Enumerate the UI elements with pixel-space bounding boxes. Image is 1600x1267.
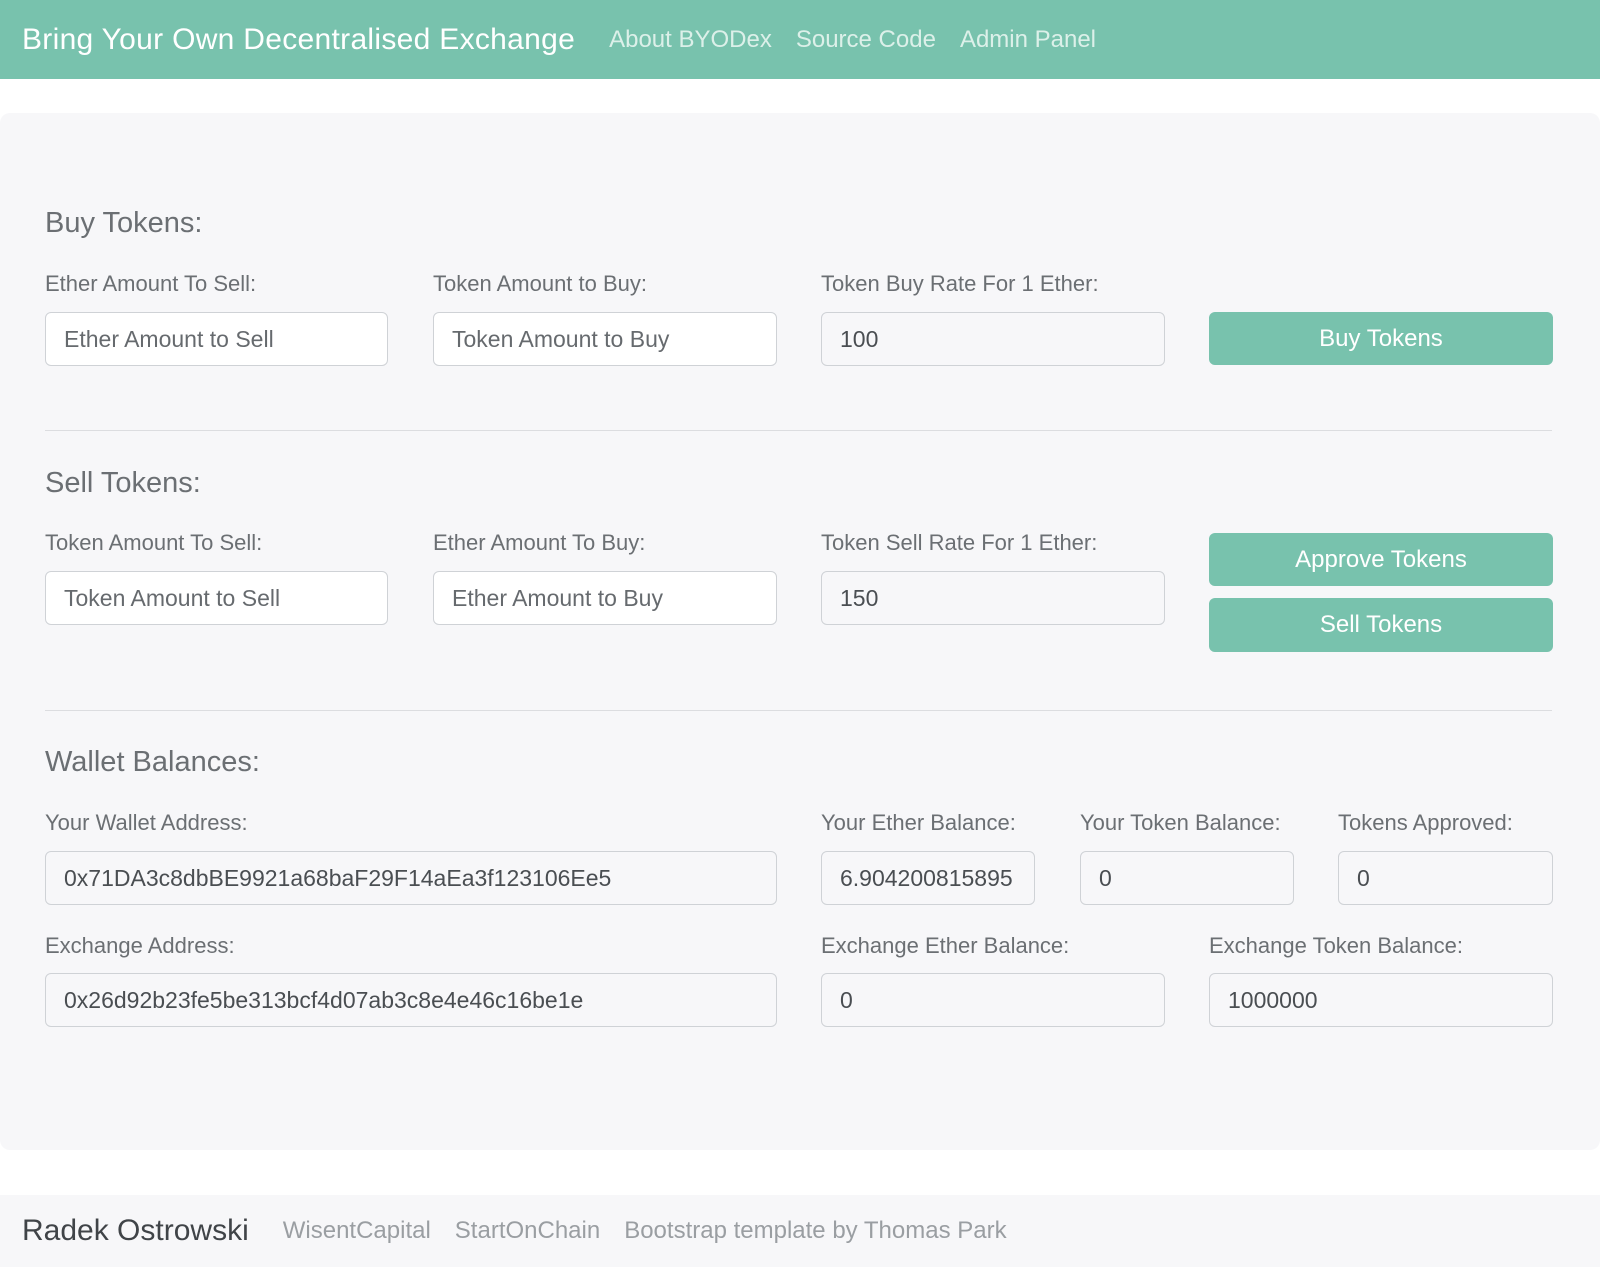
wallet-address-field[interactable] [45, 851, 777, 905]
token-buy-rate-label: Token Buy Rate For 1 Ether: [821, 271, 1099, 296]
token-balance-label: Your Token Balance: [1080, 810, 1281, 835]
section-divider [45, 710, 1552, 711]
main-panel: Buy Tokens: Ether Amount To Sell: Token … [0, 113, 1600, 1150]
token-amount-to-sell-label: Token Amount To Sell: [45, 530, 263, 555]
buy-tokens-heading: Buy Tokens: [45, 207, 203, 239]
sell-tokens-button[interactable]: Sell Tokens [1209, 598, 1553, 652]
tokens-approved-label: Tokens Approved: [1338, 810, 1513, 835]
exchange-token-balance-label: Exchange Token Balance: [1209, 933, 1463, 958]
ether-balance-field[interactable] [821, 851, 1035, 905]
ether-amount-to-buy-label: Ether Amount To Buy: [433, 530, 646, 555]
ether-amount-to-buy-input[interactable] [433, 571, 777, 625]
section-divider [45, 430, 1552, 431]
footer-link-wisentcapital[interactable]: WisentCapital [283, 1217, 431, 1245]
nav-link-source-code[interactable]: Source Code [796, 26, 936, 54]
exchange-ether-balance-field[interactable] [821, 973, 1165, 1027]
sell-tokens-heading: Sell Tokens: [45, 467, 201, 499]
footer-brand[interactable]: Radek Ostrowski [22, 1214, 249, 1248]
top-navbar: Bring Your Own Decentralised Exchange Ab… [0, 0, 1600, 79]
approve-tokens-button[interactable]: Approve Tokens [1209, 533, 1553, 586]
navbar-brand[interactable]: Bring Your Own Decentralised Exchange [22, 23, 575, 57]
token-sell-rate-label: Token Sell Rate For 1 Ether: [821, 530, 1098, 555]
footer-link-bootstrap-template[interactable]: Bootstrap template by Thomas Park [624, 1217, 1006, 1245]
exchange-address-label: Exchange Address: [45, 933, 235, 958]
nav-link-about[interactable]: About BYODex [609, 26, 772, 54]
token-sell-rate-field[interactable] [821, 571, 1165, 625]
token-balance-field[interactable] [1080, 851, 1294, 905]
exchange-token-balance-field[interactable] [1209, 973, 1553, 1027]
nav-link-admin-panel[interactable]: Admin Panel [960, 26, 1096, 54]
exchange-address-field[interactable] [45, 973, 777, 1027]
token-buy-rate-field[interactable] [821, 312, 1165, 366]
exchange-ether-balance-label: Exchange Ether Balance: [821, 933, 1070, 958]
footer-link-startonchain[interactable]: StartOnChain [455, 1217, 600, 1245]
buy-tokens-button[interactable]: Buy Tokens [1209, 312, 1553, 365]
wallet-balances-heading: Wallet Balances: [45, 746, 260, 778]
ether-balance-label: Your Ether Balance: [821, 810, 1016, 835]
token-amount-to-buy-label: Token Amount to Buy: [433, 271, 648, 296]
token-amount-to-sell-input[interactable] [45, 571, 388, 625]
ether-amount-to-sell-label: Ether Amount To Sell: [45, 271, 257, 296]
tokens-approved-field[interactable] [1338, 851, 1553, 905]
wallet-address-label: Your Wallet Address: [45, 810, 248, 835]
footer: Radek Ostrowski WisentCapital StartOnCha… [0, 1195, 1600, 1267]
token-amount-to-buy-input[interactable] [433, 312, 777, 366]
ether-amount-to-sell-input[interactable] [45, 312, 388, 366]
